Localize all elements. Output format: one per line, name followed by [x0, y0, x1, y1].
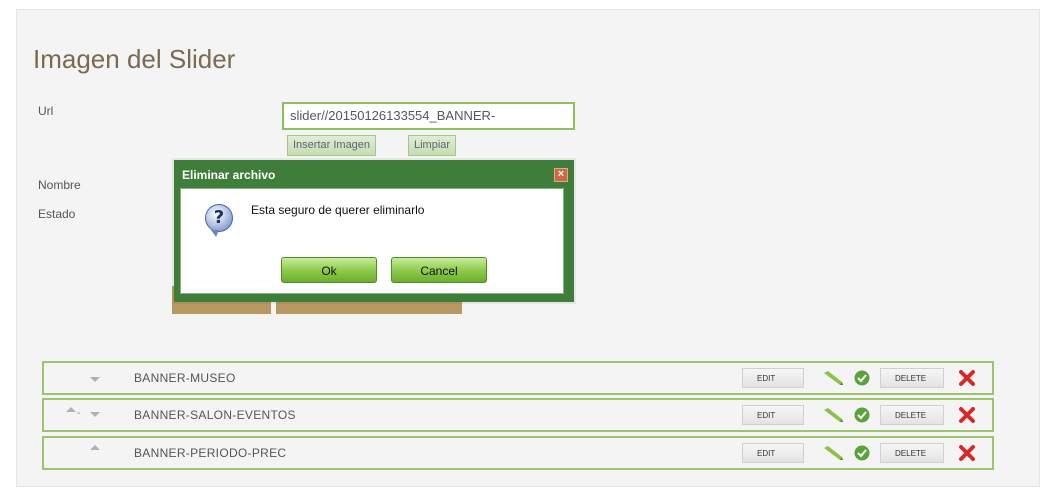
arrow-down-icon[interactable]	[90, 377, 100, 382]
cancel-button[interactable]: Cancel	[391, 257, 487, 283]
delete-button[interactable]: DELETE	[880, 368, 944, 388]
list-item-label: BANNER-SALON-EVENTOS	[134, 408, 296, 422]
arrow-down-icon[interactable]	[90, 412, 100, 417]
dialog-title: Eliminar archivo	[182, 168, 276, 182]
check-icon[interactable]	[854, 445, 870, 461]
arrow-up-icon[interactable]	[66, 407, 76, 412]
check-icon[interactable]	[854, 407, 870, 423]
url-field[interactable]: slider//20150126133554_BANNER-	[282, 102, 575, 130]
page-title: Imagen del Slider	[33, 44, 236, 74]
pencil-icon[interactable]	[822, 370, 844, 386]
list-item: BANNER-MUSEO EDIT DELETE	[42, 361, 994, 395]
edit-button[interactable]: EDIT	[742, 405, 804, 425]
ok-button[interactable]: Ok	[281, 257, 377, 283]
list-item-label: BANNER-MUSEO	[134, 371, 236, 385]
edit-button[interactable]: EDIT	[742, 368, 804, 388]
close-icon[interactable]: ×	[554, 168, 568, 182]
delete-button[interactable]: DELETE	[880, 405, 944, 425]
row-sort-controls	[62, 438, 106, 468]
check-icon[interactable]	[854, 370, 870, 386]
edit-button[interactable]: EDIT	[742, 443, 804, 463]
status-label: Estado	[38, 207, 76, 221]
list-item: BANNER-PERIODO-PREC EDIT DELETE	[42, 436, 994, 470]
dialog-message: Esta seguro de querer eliminarlo	[251, 203, 425, 217]
delete-button[interactable]: DELETE	[880, 443, 944, 463]
pencil-icon[interactable]	[822, 407, 844, 423]
arrow-up-icon[interactable]	[90, 445, 100, 450]
list-item-label: BANNER-PERIODO-PREC	[134, 446, 287, 460]
clear-button[interactable]: Limpiar	[408, 135, 457, 156]
delete-x-icon[interactable]	[958, 406, 976, 424]
row-sort-controls: -	[62, 400, 106, 430]
name-label: Nombre	[38, 178, 81, 192]
dialog-body: ? Esta seguro de querer eliminarlo Ok Ca…	[180, 188, 564, 294]
arrow-separator: -	[77, 408, 81, 419]
insert-image-button[interactable]: Insertar Imagen	[287, 135, 377, 156]
list-item: - BANNER-SALON-EVENTOS EDIT DELETE	[42, 398, 994, 432]
question-icon: ?	[205, 204, 233, 237]
url-label: Url	[38, 104, 54, 118]
dialog-titlebar[interactable]: Eliminar archivo ×	[178, 164, 570, 186]
pencil-icon[interactable]	[822, 445, 844, 461]
row-sort-controls	[62, 363, 106, 393]
delete-x-icon[interactable]	[958, 444, 976, 462]
delete-x-icon[interactable]	[958, 369, 976, 387]
delete-file-dialog: Eliminar archivo × ? Esta seguro de quer…	[174, 160, 574, 302]
